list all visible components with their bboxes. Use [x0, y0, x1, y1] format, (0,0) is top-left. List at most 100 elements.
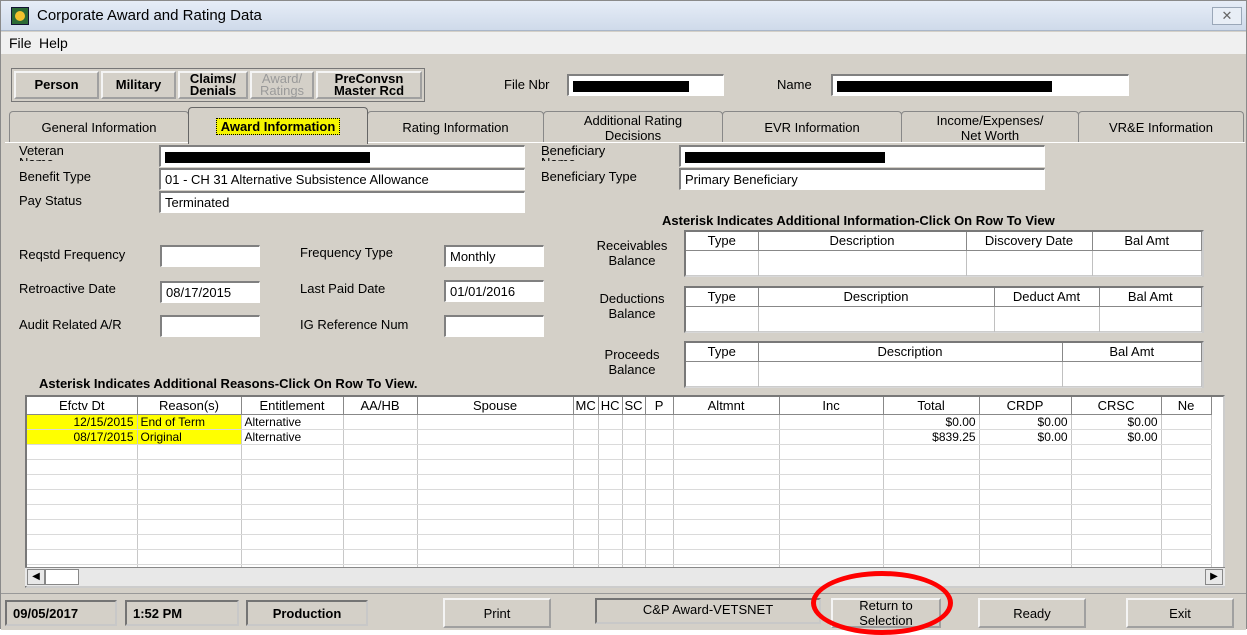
- tab-vre-information[interactable]: VR&E Information: [1078, 111, 1244, 143]
- scroll-thumb[interactable]: [45, 569, 79, 585]
- table-row[interactable]: [27, 459, 1212, 475]
- receivables-grid[interactable]: Type Description Discovery Date Bal Amt: [684, 230, 1204, 277]
- table-row[interactable]: [27, 534, 1212, 550]
- benefit-type-field[interactable]: 01 - CH 31 Alternative Subsistence Allow…: [159, 168, 525, 190]
- award-col-header[interactable]: Ne: [1161, 397, 1212, 415]
- col-header[interactable]: Type: [686, 343, 759, 362]
- tab-rating-information[interactable]: Rating Information: [367, 111, 544, 143]
- tab-income-expenses-net-worth[interactable]: Income/Expenses/ Net Worth: [901, 111, 1079, 143]
- nav-military-button[interactable]: Military: [101, 71, 176, 99]
- tab-additional-rating-decisions[interactable]: Additional Rating Decisions: [543, 111, 723, 143]
- table-cell: $0.00: [1071, 429, 1162, 445]
- col-header[interactable]: Discovery Date: [966, 232, 1093, 251]
- table-row[interactable]: [686, 361, 1202, 388]
- exit-button[interactable]: Exit: [1126, 598, 1234, 628]
- menu-file[interactable]: File: [9, 35, 32, 51]
- award-col-header[interactable]: MC: [573, 397, 599, 415]
- table-row[interactable]: [27, 504, 1212, 520]
- last-paid-date-field[interactable]: 01/01/2016: [444, 280, 544, 302]
- table-cell: [979, 459, 1072, 475]
- tab-evr-information[interactable]: EVR Information: [722, 111, 902, 143]
- table-row[interactable]: [27, 519, 1212, 535]
- nav-claims-denials-button[interactable]: Claims/ Denials: [178, 71, 248, 99]
- print-button[interactable]: Print: [443, 598, 551, 628]
- table-cell: [343, 519, 418, 535]
- table-cell: [779, 489, 884, 505]
- award-col-header[interactable]: Spouse: [417, 397, 574, 415]
- table-row[interactable]: [27, 474, 1212, 490]
- deductions-grid[interactable]: Type Description Deduct Amt Bal Amt: [684, 286, 1204, 333]
- col-header[interactable]: Bal Amt: [1062, 343, 1202, 362]
- table-cell: [241, 504, 344, 520]
- frequency-type-field[interactable]: Monthly: [444, 245, 544, 267]
- horizontal-scrollbar[interactable]: ◀ ▶: [25, 567, 1225, 586]
- table-row[interactable]: 08/17/2015 Original Alternative $839.25 $0.0…: [27, 429, 1212, 445]
- ready-button[interactable]: Ready: [978, 598, 1086, 628]
- award-col-header[interactable]: CRSC: [1071, 397, 1162, 415]
- nav-button-group: Person Military Claims/ Denials Award/ R…: [11, 68, 425, 102]
- table-cell: [1161, 489, 1212, 505]
- award-col-header[interactable]: Reason(s): [137, 397, 242, 415]
- award-col-header[interactable]: CRDP: [979, 397, 1072, 415]
- nav-person-button[interactable]: Person: [14, 71, 99, 99]
- award-col-header[interactable]: SC: [622, 397, 646, 415]
- award-col-header[interactable]: HC: [598, 397, 623, 415]
- table-row[interactable]: 12/15/2015 End of Term Alternative $0.00 $0.…: [27, 414, 1212, 430]
- award-col-header[interactable]: Efctv Dt: [27, 397, 138, 415]
- file-nbr-field[interactable]: [567, 74, 724, 96]
- ig-reference-field[interactable]: [444, 315, 544, 337]
- table-cell: [673, 504, 780, 520]
- retroactive-date-field[interactable]: 08/17/2015: [160, 281, 260, 303]
- award-col-header[interactable]: Entitlement: [241, 397, 344, 415]
- table-row[interactable]: [686, 250, 1202, 277]
- pay-status-field[interactable]: Terminated: [159, 191, 525, 213]
- veteran-name-field[interactable]: [159, 145, 525, 167]
- award-col-header[interactable]: Altmnt: [673, 397, 780, 415]
- return-to-selection-button[interactable]: Return to Selection: [831, 598, 941, 628]
- col-header[interactable]: Type: [686, 288, 759, 307]
- award-col-header[interactable]: AA/HB: [343, 397, 418, 415]
- award-history-grid[interactable]: Efctv Dt Reason(s) Entitlement AA/HB Spouse M…: [25, 395, 1225, 588]
- scroll-left-icon[interactable]: ◀: [27, 569, 45, 585]
- beneficiary-name-field[interactable]: [679, 145, 1045, 167]
- col-header[interactable]: Bal Amt: [1099, 288, 1202, 307]
- col-header[interactable]: Description: [758, 232, 967, 251]
- name-field[interactable]: [831, 74, 1129, 96]
- table-cell: [343, 429, 418, 445]
- table-cell: [573, 474, 599, 490]
- proceeds-grid[interactable]: Type Description Bal Amt: [684, 341, 1204, 388]
- menu-help[interactable]: Help: [39, 35, 68, 51]
- table-cell: [1161, 459, 1212, 475]
- table-row[interactable]: [27, 549, 1212, 565]
- table-cell: [622, 549, 646, 565]
- col-header[interactable]: Type: [686, 232, 759, 251]
- scroll-right-icon[interactable]: ▶: [1205, 569, 1223, 585]
- close-window-button[interactable]: ✕: [1212, 7, 1242, 25]
- audit-related-field[interactable]: [160, 315, 260, 337]
- table-cell: [1161, 474, 1212, 490]
- table-cell: [573, 414, 599, 430]
- table-cell: [622, 414, 646, 430]
- col-header[interactable]: Bal Amt: [1092, 232, 1202, 251]
- table-row[interactable]: [686, 306, 1202, 333]
- reqstd-frequency-field[interactable]: [160, 245, 260, 267]
- nav-preconvsn-master-button[interactable]: PreConvsn Master Rcd: [316, 71, 422, 99]
- award-col-header[interactable]: Inc: [779, 397, 884, 415]
- table-cell: [1071, 534, 1162, 550]
- col-header[interactable]: Description: [758, 288, 995, 307]
- col-header[interactable]: Description: [758, 343, 1063, 362]
- table-cell: [779, 549, 884, 565]
- table-row[interactable]: [27, 489, 1212, 505]
- tab-award-information[interactable]: Award Information: [188, 107, 368, 144]
- table-cell: [979, 489, 1072, 505]
- award-col-header[interactable]: P: [645, 397, 674, 415]
- col-header[interactable]: Deduct Amt: [994, 288, 1100, 307]
- beneficiary-type-field[interactable]: Primary Beneficiary: [679, 168, 1045, 190]
- table-cell: [779, 504, 884, 520]
- table-cell: [883, 474, 980, 490]
- table-row[interactable]: [27, 444, 1212, 460]
- table-cell: [673, 474, 780, 490]
- status-date: 09/05/2017: [5, 600, 117, 626]
- tab-general-information[interactable]: General Information: [9, 111, 189, 143]
- award-col-header[interactable]: Total: [883, 397, 980, 415]
